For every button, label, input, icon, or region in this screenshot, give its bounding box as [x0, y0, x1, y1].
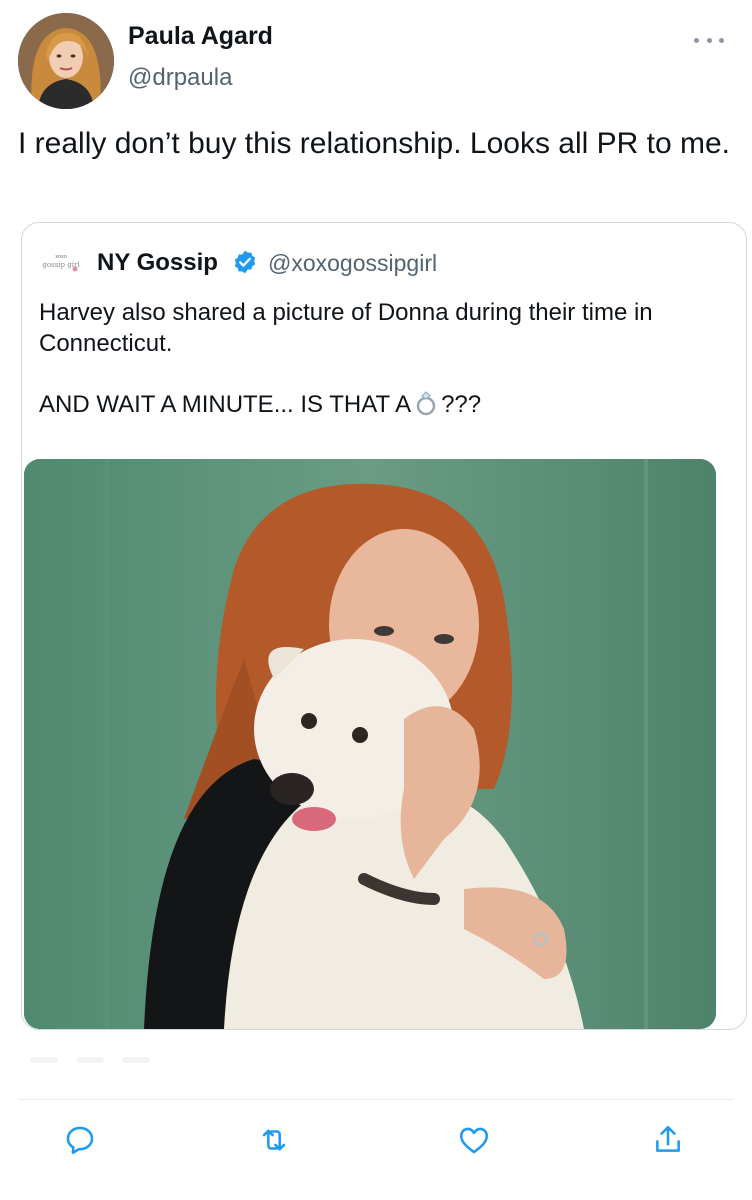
- svg-text:xoxo: xoxo: [55, 254, 67, 260]
- like-button[interactable]: [454, 1120, 494, 1160]
- quoted-paragraph-2: AND WAIT A MINUTE... IS THAT A???: [39, 389, 729, 420]
- photo-woman-with-dog: [24, 459, 716, 1029]
- quoted-paragraph-1: Harvey also shared a picture of Donna du…: [39, 299, 653, 357]
- author-avatar[interactable]: [18, 13, 114, 109]
- tweet-text: I really don’t buy this relationship. Lo…: [18, 127, 731, 160]
- share-icon: [656, 1125, 680, 1152]
- retweet-icon: [262, 1129, 286, 1151]
- share-button[interactable]: [648, 1120, 688, 1160]
- tweet-action-bar: [0, 1120, 752, 1170]
- reply-button[interactable]: [60, 1120, 100, 1160]
- quoted-display-name[interactable]: NY Gossip: [97, 249, 218, 277]
- avatar-photo: [18, 13, 114, 109]
- verified-badge-icon: [234, 250, 256, 274]
- quoted-tweet-card[interactable]: xoxo gossip girl NY Gossip @xoxogossipgi…: [21, 222, 747, 1030]
- quoted-avatar: xoxo gossip girl: [42, 254, 80, 272]
- author-handle[interactable]: @drpaula: [128, 64, 232, 92]
- quoted-paragraph-2-prefix: AND WAIT A MINUTE... IS THAT A: [39, 391, 412, 418]
- faded-metadata: [30, 1050, 230, 1072]
- quoted-tweet-text: Harvey also shared a picture of Donna du…: [39, 297, 729, 450]
- retweet-button[interactable]: [254, 1120, 294, 1160]
- tweet-page: Paula Agard @drpaula I really don’t buy …: [0, 0, 752, 1200]
- more-options-icon[interactable]: [694, 30, 724, 50]
- quoted-paragraph-2-suffix: ???: [441, 391, 482, 418]
- actions-divider: [18, 1099, 734, 1100]
- author-display-name[interactable]: Paula Agard: [128, 22, 273, 51]
- quoted-tweet-photo[interactable]: [24, 459, 716, 1029]
- quoted-handle[interactable]: @xoxogossipgirl: [268, 250, 437, 277]
- reply-icon: [66, 1126, 94, 1155]
- ring-emoji-icon: [416, 391, 436, 416]
- heart-icon: [459, 1127, 489, 1154]
